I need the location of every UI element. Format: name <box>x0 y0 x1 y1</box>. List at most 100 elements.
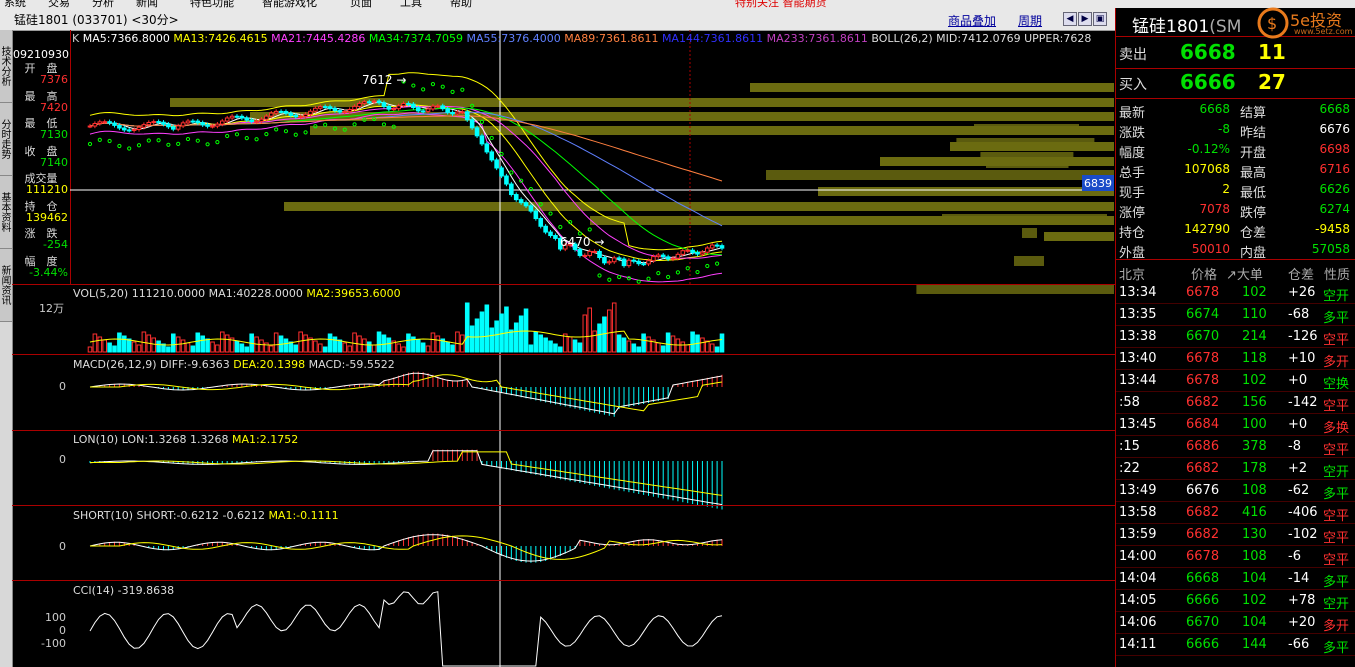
expand-icon[interactable]: ▣ <box>1093 12 1107 26</box>
trade-row[interactable]: 14:04 6668 104 -14 多平 <box>1116 568 1355 590</box>
volume-bar <box>425 345 431 353</box>
menu-item[interactable]: 特色功能 <box>190 0 234 8</box>
menu-item[interactable]: 页面 <box>350 0 372 8</box>
candle-body <box>288 112 294 116</box>
short-axis-zero: 0 <box>59 540 66 553</box>
trade-row[interactable]: 13:49 6676 108 -62 多平 <box>1116 480 1355 502</box>
trade-cell: 102 <box>1242 285 1267 300</box>
panel-divider <box>12 505 1115 506</box>
brand-logo: $ 5e投资 www.5etz.com <box>1256 6 1355 40</box>
trade-row[interactable]: 14:00 6678 108 -6 空平 <box>1116 546 1355 568</box>
quote-value: 6668 <box>1199 102 1230 116</box>
candle-body <box>406 102 411 105</box>
trade-cell: 104 <box>1242 615 1267 630</box>
candle-body <box>660 254 666 258</box>
candle-body <box>322 106 328 109</box>
prev-icon[interactable]: ◀ <box>1063 12 1077 26</box>
trade-row[interactable]: 14:06 6670 104 +20 多开 <box>1116 612 1355 634</box>
volume-bar <box>513 322 519 353</box>
panel-divider <box>12 430 1115 431</box>
bar-info-panel: 09210930 开 盘 7376 最 高 7420 最 低 7130 收 盘 7140 成交量… <box>12 30 71 285</box>
trade-cell: 13:40 <box>1119 351 1157 366</box>
volume-bar <box>185 342 191 353</box>
trade-row[interactable]: 13:45 6684 100 +0 多换 <box>1116 414 1355 436</box>
sar-dot <box>283 129 289 134</box>
volume-bar <box>558 346 563 353</box>
candle-body <box>298 115 303 118</box>
volume-bar <box>420 342 426 353</box>
trade-row[interactable]: 13:35 6674 110 -68 多平 <box>1116 304 1355 326</box>
trade-cell: 130 <box>1242 527 1267 542</box>
volume-bar <box>509 329 514 353</box>
candle-body <box>357 102 362 107</box>
next-icon[interactable]: ▶ <box>1078 12 1092 26</box>
trade-row[interactable]: 13:58 6682 416 -406 空平 <box>1116 502 1355 524</box>
menu-item[interactable]: 帮助 <box>450 0 472 8</box>
trade-cell: +78 <box>1288 593 1316 608</box>
candle-body <box>126 129 132 132</box>
buy-price: 6666 <box>1180 70 1236 94</box>
quote-label: 现手 <box>1119 186 1146 201</box>
candle-body <box>156 121 161 124</box>
sar-dot <box>117 143 122 149</box>
trade-row[interactable]: :58 6682 156 -142 空平 <box>1116 392 1355 414</box>
volume-bar <box>538 334 544 353</box>
quote-label: 涨跌 <box>1119 126 1146 141</box>
volume-bar <box>195 332 201 353</box>
candle-body <box>611 257 617 263</box>
sar-dot <box>499 151 504 157</box>
tab-news[interactable]: 新闻资讯 <box>0 249 12 322</box>
overlay-commodity-link[interactable]: 商品叠加 <box>948 12 996 29</box>
buy-row[interactable]: 买入 6666 27 <box>1116 70 1355 99</box>
volume-bar <box>283 338 289 353</box>
trade-cell: 6666 <box>1186 637 1220 652</box>
buy-volume: 27 <box>1258 70 1286 94</box>
trade-row[interactable]: 13:44 6678 102 +0 空换 <box>1116 370 1355 392</box>
sar-dot <box>646 276 651 281</box>
trade-cell: :22 <box>1119 461 1140 476</box>
candle-body <box>215 123 220 127</box>
period-link[interactable]: 周期 <box>1018 12 1042 29</box>
menu-item[interactable]: 交易 <box>48 0 70 8</box>
volume-bar <box>303 334 308 353</box>
sar-dot <box>587 227 592 232</box>
trade-row[interactable]: 14:11 6666 144 -66 多平 <box>1116 634 1355 656</box>
candle-body <box>205 124 210 127</box>
trade-cell: -68 <box>1288 307 1310 322</box>
trade-cell: 空开 <box>1323 597 1350 612</box>
candle-body <box>420 110 426 113</box>
volume-bar <box>523 308 529 353</box>
trade-row[interactable]: :15 6686 378 -8 空平 <box>1116 436 1355 458</box>
menu-item[interactable]: 分析 <box>92 0 114 8</box>
trade-row[interactable]: 13:59 6682 130 -102 空平 <box>1116 524 1355 546</box>
trade-row[interactable]: :22 6682 178 +2 空开 <box>1116 458 1355 480</box>
trade-row[interactable]: 13:40 6678 118 +10 多开 <box>1116 348 1355 370</box>
volume-bar <box>636 346 642 353</box>
volume-bar <box>97 336 103 353</box>
sar-dot <box>636 279 641 284</box>
volume-bar <box>621 337 627 353</box>
candle-body <box>396 105 401 110</box>
sar-dot <box>264 132 269 137</box>
menu-item[interactable]: 新闻 <box>136 0 158 8</box>
trade-cell: 14:11 <box>1119 637 1157 652</box>
volume-bar <box>705 340 710 353</box>
trade-row[interactable]: 13:34 6678 102 +26 空开 <box>1116 282 1355 304</box>
quote-title: 锰硅1801(SM $ 5e投资 www.5etz.com <box>1116 6 1355 40</box>
sell-row[interactable]: 卖出 6668 11 <box>1116 40 1355 69</box>
candle-body <box>464 111 470 121</box>
volume-bar <box>234 340 240 353</box>
trade-cell: 13:34 <box>1119 285 1157 300</box>
trade-row[interactable]: 14:05 6666 102 +78 空开 <box>1116 590 1355 612</box>
tab-technical-analysis[interactable]: 技术分析 <box>0 30 12 103</box>
candle-body <box>337 110 343 113</box>
kline-chart-area[interactable]: 7612 → 6470 → 6839 <box>70 30 1114 667</box>
candle-body <box>347 109 352 113</box>
candle-body <box>425 108 431 112</box>
trade-row[interactable]: 13:38 6670 214 -126 空平 <box>1116 326 1355 348</box>
sar-dot <box>146 138 151 143</box>
candle-body <box>175 125 181 130</box>
menu-item[interactable]: 智能游戏化 <box>262 0 317 8</box>
menu-item[interactable]: 系统 <box>4 0 26 8</box>
menu-item[interactable]: 工具 <box>400 0 422 8</box>
